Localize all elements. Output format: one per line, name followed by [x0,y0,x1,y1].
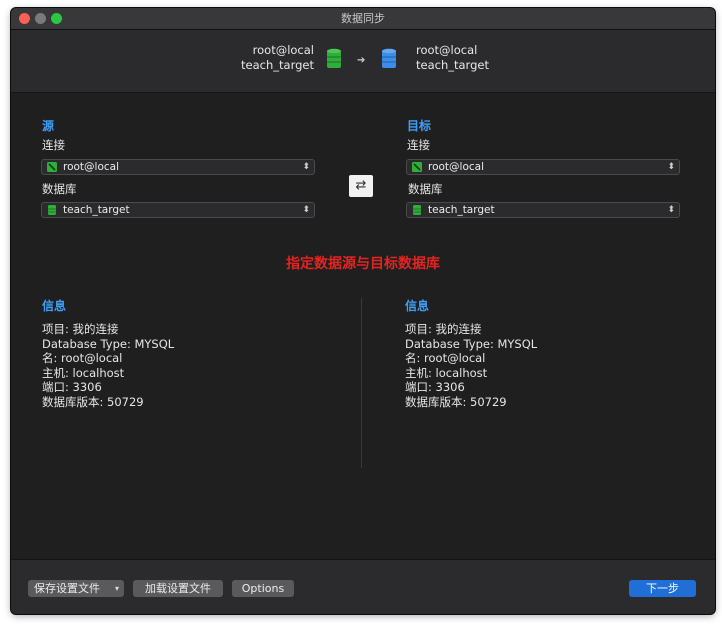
source-database-label: 数据库 [42,182,77,196]
target-connection-select[interactable]: root@local ⬍ [406,159,680,175]
titlebar: 数据同步 [11,8,715,30]
target-database-select[interactable]: teach_target ⬍ [406,202,680,218]
source-database-icon [327,48,341,68]
source-info-line: 名: root@local [42,351,123,365]
target-connection-label: 连接 [407,138,430,152]
source-info: 项目: 我的连接 Database Type: MYSQL 名: root@lo… [42,322,174,409]
source-info-line: 主机: localhost [42,365,125,380]
source-info-line: 项目: 我的连接 [42,322,119,336]
window-title: 数据同步 [341,12,385,25]
target-info-line: 项目: 我的连接 [405,322,482,336]
chevron-updown-icon: ⬍ [667,162,675,172]
target-info-line: 主机: localhost [405,365,488,380]
source-connection-label: 连接 [42,138,65,152]
target-database-value: teach_target [428,204,495,216]
target-info-line: 数据库版本: 50729 [405,394,507,409]
source-info-title: 信息 [42,299,67,313]
source-connection-select[interactable]: root@local ⬍ [41,159,315,175]
source-title: 源 [42,119,55,133]
header-source-connection: root@local [252,43,314,57]
target-database-label: 数据库 [408,182,443,196]
swap-button[interactable]: ⇄ [349,175,373,197]
header-target: root@local teach_target [416,43,489,73]
target-info-line: Database Type: MYSQL [405,336,538,351]
options-button[interactable]: Options [232,580,294,597]
save-settings-button[interactable]: 保存设置文件 ▾ [28,580,124,597]
load-settings-button[interactable]: 加载设置文件 [133,580,223,597]
chevron-updown-icon: ⬍ [302,205,310,215]
info-divider [361,298,362,468]
target-connection-value: root@local [428,161,485,173]
save-settings-label: 保存设置文件 [34,582,100,595]
target-info-title: 信息 [405,299,430,313]
header-source-database: teach_target [241,58,314,72]
dropdown-arrow-icon[interactable]: ▾ [115,580,119,597]
arrow-right-icon: ➔ [357,55,366,66]
swap-icon: ⇄ [355,178,367,193]
main-content: 源 连接 root@local ⬍ 数据库 teach_target ⬍ ⇄ 目… [11,93,715,559]
sync-summary-header: root@local teach_target ➔ root@local tea… [11,30,715,93]
target-title: 目标 [407,119,432,133]
mysql-connection-icon [412,162,422,172]
mysql-connection-icon [47,162,57,172]
chevron-updown-icon: ⬍ [302,162,310,172]
source-info-line: Database Type: MYSQL [42,336,175,351]
target-database-icon [382,48,396,68]
sync-window: 数据同步 root@local teach_target ➔ root@loca… [11,8,715,614]
source-database-value: teach_target [63,204,130,216]
source-database-select[interactable]: teach_target ⬍ [41,202,315,218]
header-source: root@local teach_target [241,43,314,73]
header-target-connection: root@local [416,43,478,57]
next-step-button[interactable]: 下一步 [629,580,696,597]
header-target-database: teach_target [416,58,489,72]
target-info: 项目: 我的连接 Database Type: MYSQL 名: root@lo… [405,322,537,409]
target-info-line: 端口: 3306 [405,380,465,394]
database-icon [413,205,421,215]
database-icon [48,205,56,215]
source-info-line: 数据库版本: 50729 [42,394,144,409]
instruction-notice: 指定数据源与目标数据库 [286,256,440,272]
chevron-updown-icon: ⬍ [667,205,675,215]
footer-bar: 保存设置文件 ▾ 加载设置文件 Options 下一步 [11,559,715,614]
target-info-line: 名: root@local [405,351,486,365]
source-connection-value: root@local [63,161,120,173]
source-info-line: 端口: 3306 [42,380,102,394]
